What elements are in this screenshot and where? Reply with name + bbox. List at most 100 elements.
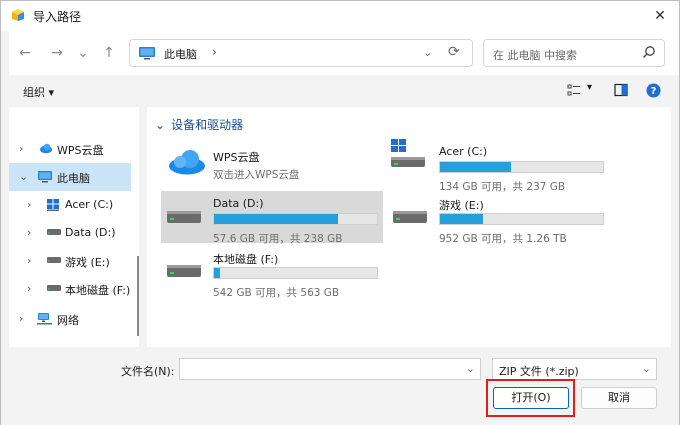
collapse-chevron-icon[interactable]: ⌄ (19, 170, 28, 183)
drive-name: 本地磁盘 (F:) (213, 253, 279, 266)
filetype-value: ZIP 文件 (*.zip) (499, 365, 579, 378)
sidebar-item-label: Acer (C:) (65, 198, 114, 211)
sidebar-item-drive-f[interactable]: › 本地磁盘 (F:) (9, 275, 131, 303)
drive-icon (47, 229, 61, 235)
filename-input[interactable]: ⌄ (179, 358, 481, 380)
svg-text:?: ? (651, 86, 657, 97)
wps-cloud-name: WPS云盘 (213, 151, 260, 164)
sidebar-item-drive-e[interactable]: › 游戏 (E:) (9, 247, 131, 275)
expand-chevron-icon[interactable]: › (27, 226, 31, 239)
sidebar-item-this-pc[interactable]: ⌄ 此电脑 (9, 163, 131, 191)
sidebar-item-label: 网络 (57, 314, 79, 327)
organize-menu-button[interactable]: 组织 ▾ (23, 84, 54, 100)
expand-chevron-icon[interactable]: › (27, 282, 31, 295)
section-header-devices[interactable]: ⌄ 设备和驱动器 (155, 116, 243, 133)
navigation-pane: › WPS云盘 ⌄ 此电脑 › Acer (C:) › Data (D:) › … (9, 107, 139, 347)
windows-drive-icon (391, 139, 425, 167)
usage-bar (213, 267, 378, 279)
pc-icon (38, 171, 52, 183)
search-box[interactable]: 在 此电脑 中搜索 (483, 39, 665, 67)
wps-cloud-tile[interactable]: WPS云盘 双击进入WPS云盘 (161, 143, 383, 195)
usage-bar (439, 161, 604, 173)
sidebar-item-label: WPS云盘 (57, 144, 104, 157)
chevron-down-icon: ⌄ (77, 45, 89, 61)
sidebar-item-label: Data (D:) (65, 226, 116, 239)
expand-chevron-icon[interactable]: › (19, 312, 23, 325)
expand-chevron-icon[interactable]: › (19, 142, 23, 155)
sidebar-item-label: 此电脑 (57, 172, 90, 185)
section-title: 设备和驱动器 (171, 118, 244, 132)
filetype-select[interactable]: ZIP 文件 (*.zip) ⌄ (492, 358, 657, 380)
view-dropdown-icon[interactable]: ▾ (587, 82, 592, 93)
usage-bar-fill (440, 214, 483, 224)
drive-tile-e[interactable]: 游戏 (E:) 952 GB 可用，共 1.26 TB (387, 191, 609, 245)
close-button[interactable]: ✕ (649, 5, 671, 27)
view-options-icon[interactable] (567, 83, 581, 97)
file-view: ⌄ 设备和驱动器 WPS云盘 双击进入WPS云盘 Acer (C:) 134 G… (147, 107, 671, 347)
address-bar[interactable]: 此电脑 › ⌄ ⟳ (129, 39, 473, 67)
usage-bar (213, 213, 378, 225)
highlight-annotation-box (486, 379, 575, 417)
drive-free-space: 952 GB 可用，共 1.26 TB (439, 233, 567, 245)
preview-pane-icon[interactable] (614, 83, 628, 97)
drive-tile-f[interactable]: 本地磁盘 (F:) 542 GB 可用，共 563 GB (161, 245, 383, 299)
help-icon[interactable]: ? (646, 83, 661, 98)
window-edge (1, 31, 9, 361)
window-title: 导入路径 (33, 10, 82, 24)
sidebar-item-label: 本地磁盘 (F:) (65, 284, 131, 297)
usage-bar (439, 213, 604, 225)
recent-locations-button[interactable]: ⌄ (73, 43, 93, 63)
address-dropdown-icon[interactable]: ⌄ (423, 46, 432, 59)
sidebar-item-label: 游戏 (E:) (65, 256, 110, 269)
windows-drive-icon (47, 199, 59, 211)
close-icon: ✕ (654, 8, 666, 24)
drive-name: 游戏 (E:) (439, 199, 484, 212)
file-dialog-footer: 文件名(N): ⌄ ZIP 文件 (*.zip) ⌄ 打开(O) 取消 (1, 347, 679, 425)
command-bar: 组织 ▾ ▾ ? (1, 75, 679, 107)
drive-free-space: 57.6 GB 可用，共 238 GB (213, 233, 343, 245)
drive-name: Acer (C:) (439, 145, 488, 158)
forward-button[interactable]: → (47, 43, 67, 63)
cancel-button[interactable]: 取消 (581, 387, 657, 409)
cloud-icon (169, 150, 205, 175)
usage-bar-fill (214, 214, 338, 224)
sidebar-item-wps-cloud[interactable]: › WPS云盘 (9, 135, 131, 163)
arrow-up-icon: ↑ (103, 45, 115, 61)
arrow-right-icon: → (51, 45, 63, 61)
drive-tile-d[interactable]: Data (D:) 57.6 GB 可用，共 238 GB (161, 191, 383, 245)
breadcrumb-this-pc[interactable]: 此电脑 (164, 46, 197, 62)
open-file-dialog: 导入路径 ✕ ← → ⌄ ↑ 此电脑 › ⌄ ⟳ 在 此电脑 中搜索 组织 ▾ … (0, 0, 680, 425)
sidebar-item-network[interactable]: › 网络 (9, 305, 131, 333)
pc-icon (139, 47, 155, 60)
drive-tile-c[interactable]: Acer (C:) 134 GB 可用，共 237 GB (387, 139, 609, 193)
sidebar-item-drive-c[interactable]: › Acer (C:) (9, 191, 131, 219)
refresh-icon[interactable]: ⟳ (448, 44, 460, 60)
arrow-left-icon: ← (19, 45, 31, 61)
cloud-icon (40, 143, 52, 154)
chevron-down-icon: ⌄ (155, 118, 166, 132)
drive-icon (393, 211, 427, 223)
drive-icon (47, 285, 61, 291)
expand-chevron-icon[interactable]: › (27, 198, 31, 211)
drive-free-space: 542 GB 可用，共 563 GB (213, 287, 340, 299)
folder-app-icon (12, 9, 24, 21)
usage-bar-fill (214, 268, 221, 278)
drive-name: Data (D:) (213, 197, 264, 210)
search-placeholder: 在 此电脑 中搜索 (493, 49, 577, 62)
chevron-down-icon: ⌄ (641, 362, 651, 375)
breadcrumb-chevron-icon[interactable]: › (212, 45, 217, 59)
drive-icon (47, 257, 61, 263)
chevron-down-icon[interactable]: ⌄ (466, 362, 475, 375)
navigation-bar: ← → ⌄ ↑ 此电脑 › ⌄ ⟳ 在 此电脑 中搜索 (1, 31, 679, 75)
title-bar: 导入路径 ✕ (1, 1, 679, 31)
sidebar-scrollbar[interactable] (137, 256, 139, 336)
network-icon (37, 313, 52, 325)
expand-chevron-icon[interactable]: › (27, 254, 31, 267)
drive-icon (167, 265, 201, 277)
up-button[interactable]: ↑ (99, 43, 119, 63)
search-icon (643, 46, 655, 58)
filename-label: 文件名(N): (121, 365, 175, 378)
usage-bar-fill (440, 162, 511, 172)
sidebar-item-drive-d[interactable]: › Data (D:) (9, 219, 131, 247)
back-button[interactable]: ← (15, 43, 35, 63)
